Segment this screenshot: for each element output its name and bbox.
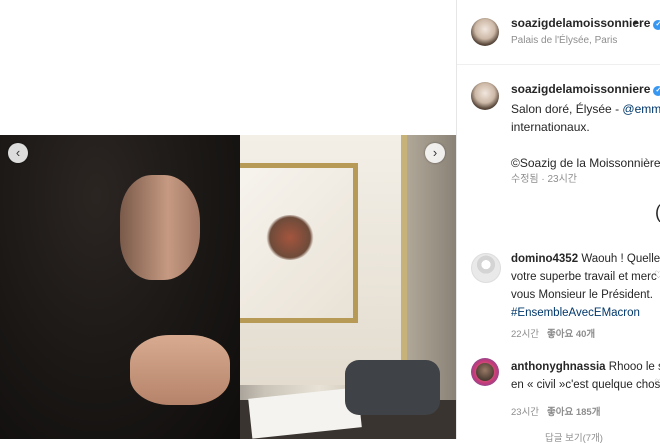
media-panel: ‹ › — [0, 0, 456, 439]
comment-text: Rhooo le s — [608, 361, 660, 373]
comment-item: anthonyghnassia Rhooo le s en « civil »c… — [511, 358, 660, 394]
caption-text: Salon doré, Élysée - — [511, 102, 623, 116]
photo-painting-subject — [265, 215, 315, 260]
comment-meta: 22시간 좋아요 40개 — [511, 326, 595, 340]
comment-text: Waouh ! Quelle — [581, 253, 660, 265]
comment-text: vous Monsieur le Président. — [511, 289, 653, 301]
comment-username[interactable]: domino4352 — [511, 253, 578, 265]
comment-avatar[interactable] — [471, 358, 499, 386]
carousel-prev-button[interactable]: ‹ — [8, 143, 28, 163]
location-link[interactable]: Palais de l'Élysée, Paris — [511, 35, 617, 46]
comment-text: en « civil »c'est quelque chos — [511, 379, 660, 391]
heart-icon[interactable]: ♡ — [654, 378, 660, 389]
hashtag-link[interactable]: #EnsembleAvecEMacron — [511, 304, 660, 322]
carousel-next-button[interactable]: › — [425, 143, 445, 163]
comment-line: anthonyghnassia Rhooo le s — [511, 358, 660, 376]
header-username-text[interactable]: soazigdelamoissonniere — [511, 16, 650, 30]
comment-line: domino4352 Waouh ! Quelle — [511, 250, 660, 268]
partial-glyph: ( — [655, 202, 660, 223]
more-options-icon[interactable]: • — [633, 14, 638, 30]
comment-likes[interactable]: 좋아요 40개 — [547, 329, 595, 340]
caption-line-2: internationaux. — [511, 120, 590, 134]
mention-link[interactable]: @emma — [622, 102, 660, 116]
avatar[interactable] — [471, 18, 499, 46]
chevron-left-icon: ‹ — [15, 145, 21, 160]
post-header: soazigdelamoissonniere ✓ Palais de l'Élys… — [457, 0, 660, 65]
sidebar: soazigdelamoissonniere ✓ Palais de l'Élys… — [456, 0, 660, 444]
caption-meta: 수정됨 · 23시간 — [511, 174, 578, 185]
post-photo[interactable] — [0, 135, 456, 439]
photo-face — [120, 175, 200, 280]
heart-icon[interactable]: ♡ — [654, 270, 660, 281]
comment-time[interactable]: 23시간 — [511, 407, 539, 418]
verified-badge-icon: ✓ — [653, 86, 660, 96]
chevron-right-icon: › — [432, 145, 438, 160]
comment-text: votre superbe travail et merc — [511, 271, 657, 283]
view-replies-button[interactable]: 답글 보기(7개) — [545, 430, 603, 444]
photo-phone — [345, 360, 440, 415]
comment-item: domino4352 Waouh ! Quelle votre superbe … — [511, 250, 660, 322]
caption-username-text[interactable]: soazigdelamoissonniere — [511, 82, 650, 96]
verified-badge-icon: ✓ — [653, 20, 660, 30]
caption-username[interactable]: soazigdelamoissonniere✓ D — [511, 82, 660, 96]
caption-line-1: Salon doré, Élysée - @emma — [511, 100, 660, 118]
comment-username[interactable]: anthonyghnassia — [511, 361, 606, 373]
comment-time[interactable]: 22시간 — [511, 329, 539, 340]
caption-body: Salon doré, Élysée - @emma internationau… — [511, 100, 660, 172]
photo-hands — [130, 335, 230, 405]
comment-avatar[interactable] — [471, 253, 501, 283]
caption-avatar[interactable] — [471, 82, 499, 110]
comment-likes[interactable]: 좋아요 185개 — [547, 407, 600, 418]
comment-meta: 23시간 좋아요 185개 — [511, 404, 600, 418]
